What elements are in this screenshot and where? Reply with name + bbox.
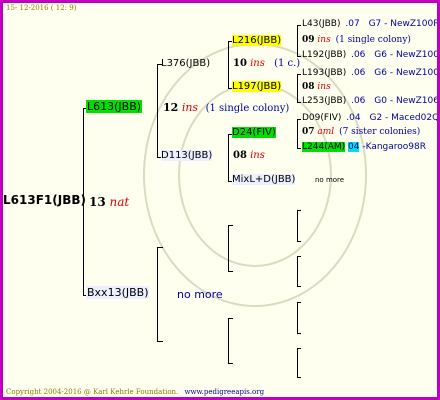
g1-info: 09 ins (1 single colony) xyxy=(302,35,411,45)
root-num: 13 xyxy=(89,195,106,209)
date-header: 15- 12-2016 ( 12: 9) xyxy=(6,4,77,12)
footer: Copyright 2004-2016 @ Karl Kehrle Founda… xyxy=(6,388,264,396)
pedigree-frame: 15- 12-2016 ( 12: 9) L613F1(JBB) 13 nat xyxy=(0,0,440,400)
g2-num: 08 xyxy=(302,82,315,92)
h4-name[interactable]: L253(JBB) xyxy=(302,96,346,106)
tree-line xyxy=(228,41,229,88)
tree-line xyxy=(297,119,298,148)
footer-site[interactable]: www.pedigreeapis.org xyxy=(185,388,265,396)
fm-info: 08 ins xyxy=(233,150,265,161)
h1-row: L43(JBB) .07 G7 - NewZ100R xyxy=(302,19,440,29)
fmm-name[interactable]: MixL+D(JBB) xyxy=(232,174,296,185)
f1-num: 12 xyxy=(163,101,179,114)
f1-name[interactable]: L613(JBB) xyxy=(86,100,143,113)
tree-line xyxy=(297,25,298,56)
h1-name[interactable]: L43(JBB) xyxy=(302,19,341,29)
tree-line xyxy=(297,333,301,334)
root-name[interactable]: L613F1(JBB) xyxy=(3,193,86,207)
tree-line xyxy=(297,241,301,242)
h5-code: G2 - Maced02Q xyxy=(369,113,440,123)
h4-year: .06 xyxy=(351,96,366,106)
tree-line xyxy=(228,363,233,364)
h5-name[interactable]: D09(FIV) xyxy=(302,113,341,123)
tree-line xyxy=(228,134,229,181)
ff-name[interactable]: L376(JBB) xyxy=(161,58,210,69)
tree-line xyxy=(297,348,301,349)
g2-name[interactable]: L197(JBB) xyxy=(232,81,282,92)
g3-info: 07 aml (7 sister colonies) xyxy=(302,127,420,137)
f1-tag: ins xyxy=(181,101,199,114)
f2-name[interactable]: Bxx13(JBB) xyxy=(86,286,150,299)
root-node[interactable]: L613F1(JBB) xyxy=(3,193,86,207)
root-info: 13 nat xyxy=(89,195,129,209)
g1-name[interactable]: L216(JBB) xyxy=(232,35,282,46)
tree-line xyxy=(297,74,301,75)
tree-line xyxy=(297,102,301,103)
g4-right: -Kangaroo98R xyxy=(362,142,427,152)
g3-tag: aml xyxy=(317,127,335,137)
tree-line xyxy=(297,256,298,286)
tree-line xyxy=(297,286,301,287)
g1-tag: ins xyxy=(317,35,331,45)
tree-line xyxy=(297,302,301,303)
footer-copyright: Copyright 2004-2016 @ Karl Kehrle Founda… xyxy=(6,388,179,396)
h2-name[interactable]: L192(JBB) xyxy=(302,50,346,60)
h5-year: .04 xyxy=(346,113,361,123)
tree-line xyxy=(297,256,301,257)
h1-year: .07 xyxy=(345,19,360,29)
tree-line xyxy=(228,225,233,226)
tree-line xyxy=(157,64,158,157)
fmm-note: no more xyxy=(315,176,345,184)
tree-line xyxy=(297,210,298,241)
tree-line xyxy=(297,348,298,377)
h5-row: D09(FIV) .04 G2 - Maced02Q xyxy=(302,113,440,123)
h4-row: L253(JBB) .06 G0 - NewZ106R xyxy=(302,96,440,106)
g2-tag: ins xyxy=(317,82,331,92)
g1-num: 09 xyxy=(302,35,315,45)
root-tag: nat xyxy=(109,195,130,209)
g1-note: (1 single colony) xyxy=(335,35,411,45)
tree-line xyxy=(228,318,233,319)
g2-info: 08 ins xyxy=(302,82,331,92)
fm-num: 08 xyxy=(233,150,247,161)
h3-row: L193(JBB) .06 G6 - NewZ100R xyxy=(302,68,440,78)
h3-year: .06 xyxy=(351,68,366,78)
h3-name[interactable]: L193(JBB) xyxy=(302,68,346,78)
tree-line xyxy=(297,25,301,26)
tree-line xyxy=(297,56,301,57)
ff-info: 10 ins (1 c.) xyxy=(233,58,300,69)
ff-num: 10 xyxy=(233,58,247,69)
g3-num: 07 xyxy=(302,127,315,137)
ff-tag: ins xyxy=(250,58,265,69)
tree-line xyxy=(297,210,301,211)
tree-line xyxy=(228,318,229,363)
g3-note: (7 sister colonies) xyxy=(339,127,421,137)
tree-line xyxy=(297,302,298,333)
f1-note: (1 single colony) xyxy=(205,103,290,114)
h2-year: .06 xyxy=(351,50,366,60)
g3-name[interactable]: D24(FIV) xyxy=(232,127,276,138)
h3-code: G6 - NewZ100R xyxy=(374,68,440,78)
g4-row: L244(AM) 04 -Kangaroo98R xyxy=(302,142,426,152)
tree-line xyxy=(228,271,233,272)
tree-line xyxy=(157,247,158,341)
tree-line xyxy=(228,225,229,271)
tree-line xyxy=(297,377,301,378)
f2-note: no more xyxy=(177,288,223,301)
h4-code: G0 - NewZ106R xyxy=(374,96,440,106)
tree-line xyxy=(157,341,163,342)
fm-name[interactable]: D113(JBB) xyxy=(161,150,213,161)
tree-line xyxy=(297,148,301,149)
tree-line xyxy=(297,119,301,120)
tree-line xyxy=(297,74,298,102)
f1-info: 12 ins (1 single colony) xyxy=(163,101,289,114)
g4-code: 04 xyxy=(348,142,360,152)
h2-code: G6 - NewZ100R xyxy=(374,50,440,60)
tree-line xyxy=(157,247,163,248)
h1-code: G7 - NewZ100R xyxy=(368,19,440,29)
ff-note: (1 c.) xyxy=(274,58,301,69)
fm-tag: ins xyxy=(250,150,265,161)
h2-row: L192(JBB) .06 G6 - NewZ100R xyxy=(302,50,440,60)
g4-name[interactable]: L244(AM) xyxy=(302,142,346,152)
